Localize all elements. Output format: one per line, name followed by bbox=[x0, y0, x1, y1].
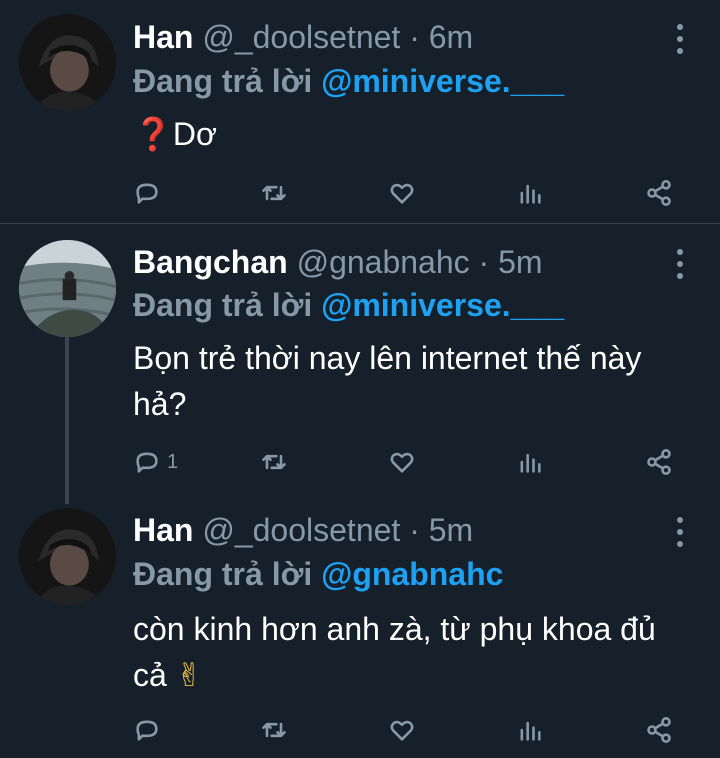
mention-link[interactable]: @gnabnahc bbox=[321, 556, 503, 592]
analytics-button[interactable] bbox=[516, 176, 544, 210]
timestamp[interactable]: 6m bbox=[429, 19, 473, 55]
tweet-actions: 1 bbox=[133, 445, 683, 479]
reply-icon bbox=[136, 183, 158, 204]
tweet-3[interactable]: Han @_doolsetnet · 5m Đang trả lời @gnab… bbox=[0, 504, 720, 758]
more-icon[interactable] bbox=[672, 517, 688, 547]
timestamp[interactable]: 5m bbox=[498, 244, 542, 280]
tweet-text-content: còn kinh hơn anh zà, từ phụ khoa đủ cả bbox=[133, 611, 656, 693]
retweet-icon bbox=[262, 454, 286, 470]
display-name[interactable]: Han bbox=[133, 512, 193, 548]
reply-button[interactable] bbox=[133, 176, 167, 210]
replying-to: Đang trả lời @gnabnahc bbox=[133, 554, 503, 594]
retweet-button[interactable] bbox=[260, 445, 288, 479]
tweet-text: ❓Dơ bbox=[133, 111, 693, 157]
question-emoji: ❓ bbox=[133, 116, 173, 152]
separator: · bbox=[469, 244, 499, 280]
replying-label: Đang trả lời bbox=[133, 287, 322, 323]
reply-icon bbox=[136, 720, 158, 741]
mention-link[interactable]: @miniverse.___ bbox=[321, 287, 564, 323]
avatar[interactable] bbox=[19, 508, 116, 605]
tweet-text: còn kinh hơn anh zà, từ phụ khoa đủ cả ✌ bbox=[133, 606, 683, 698]
tweet-text: Bọn trẻ thời nay lên internet thế này hả… bbox=[133, 340, 642, 422]
share-icon bbox=[647, 449, 671, 475]
more-icon[interactable] bbox=[672, 24, 688, 54]
replying-to: Đang trả lời @miniverse.___ bbox=[133, 285, 564, 325]
analytics-button[interactable] bbox=[516, 445, 544, 479]
tweet-header: Han @_doolsetnet · 6m bbox=[133, 17, 473, 57]
reply-button[interactable]: 1 bbox=[133, 445, 178, 479]
tweet-actions bbox=[133, 176, 683, 210]
separator: · bbox=[400, 512, 429, 548]
avatar[interactable] bbox=[19, 14, 116, 111]
reply-icon bbox=[136, 452, 158, 473]
separator: · bbox=[400, 19, 429, 55]
retweet-button[interactable] bbox=[260, 713, 288, 747]
avatar[interactable] bbox=[19, 240, 116, 337]
reply-count: 1 bbox=[167, 450, 179, 473]
like-button[interactable] bbox=[388, 445, 416, 479]
like-icon bbox=[390, 720, 414, 741]
tweet-1[interactable]: Han @_doolsetnet · 6m Đang trả lời @mini… bbox=[0, 0, 720, 223]
share-icon bbox=[647, 180, 671, 206]
avatar-photo bbox=[19, 14, 116, 111]
like-button[interactable] bbox=[388, 176, 416, 210]
replying-label: Đang trả lời bbox=[133, 63, 322, 99]
share-button[interactable] bbox=[645, 176, 673, 210]
avatar-photo bbox=[19, 508, 116, 605]
victory-hand-emoji: ✌ bbox=[175, 657, 203, 693]
share-button[interactable] bbox=[645, 445, 673, 479]
display-name[interactable]: Bangchan bbox=[133, 244, 288, 280]
tweet-text-content: Dơ bbox=[172, 116, 217, 152]
username[interactable]: @_doolsetnet bbox=[202, 512, 400, 548]
display-name[interactable]: Han bbox=[133, 19, 193, 55]
mention-link[interactable]: @miniverse.___ bbox=[321, 63, 564, 99]
tweet-header: Bangchan @gnabnahc · 5m bbox=[133, 242, 543, 282]
reply-button[interactable] bbox=[133, 713, 167, 747]
like-icon bbox=[390, 183, 414, 204]
tweet-actions bbox=[133, 713, 683, 747]
retweet-button[interactable] bbox=[260, 176, 288, 210]
timestamp[interactable]: 5m bbox=[429, 512, 473, 548]
like-icon bbox=[390, 452, 414, 473]
share-button[interactable] bbox=[645, 713, 673, 747]
analytics-icon bbox=[520, 184, 541, 204]
thread-line bbox=[65, 336, 69, 504]
tweet-header: Han @_doolsetnet · 5m bbox=[133, 510, 473, 550]
username[interactable]: @gnabnahc bbox=[297, 244, 470, 280]
analytics-icon bbox=[520, 721, 541, 741]
more-icon[interactable] bbox=[672, 249, 688, 279]
retweet-icon bbox=[262, 185, 286, 201]
username[interactable]: @_doolsetnet bbox=[202, 19, 400, 55]
analytics-icon bbox=[520, 453, 541, 473]
replying-to: Đang trả lời @miniverse.___ bbox=[133, 61, 564, 101]
retweet-icon bbox=[262, 722, 286, 738]
replying-label: Đang trả lời bbox=[133, 556, 322, 592]
tweet-2[interactable]: Bangchan @gnabnahc · 5m Đang trả lời @mi… bbox=[0, 224, 720, 504]
like-button[interactable] bbox=[388, 713, 416, 747]
analytics-button[interactable] bbox=[516, 713, 544, 747]
share-icon bbox=[647, 717, 671, 743]
avatar-photo bbox=[19, 240, 116, 337]
